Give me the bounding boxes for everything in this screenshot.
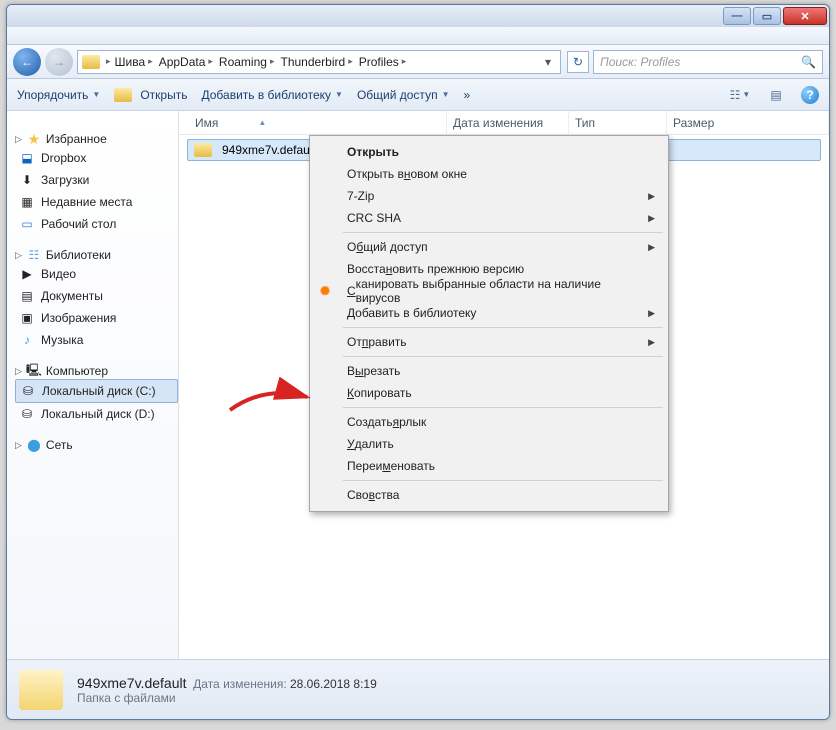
breadcrumb-dropdown[interactable]: ▾ (540, 55, 556, 69)
more-button[interactable]: » (463, 88, 470, 102)
sidebar-item-downloads[interactable]: ⬇Загрузки (15, 169, 178, 191)
network-icon: ⬤ (26, 437, 42, 453)
library-icon: ☷ (26, 247, 42, 263)
submenu-arrow-icon: ▶ (648, 242, 655, 253)
downloads-icon: ⬇ (19, 172, 35, 188)
menu-scan-virus[interactable]: ✺Сканировать выбранные области на наличи… (341, 280, 665, 302)
back-button[interactable]: ← (13, 48, 41, 76)
sidebar: ▷★Избранное ⬓Dropbox ⬇Загрузки ▦Недавние… (7, 111, 179, 675)
folder-icon (82, 55, 100, 69)
add-library-button[interactable]: Добавить в библиотеку▼ (201, 88, 342, 102)
status-date: 28.06.2018 8:19 (290, 677, 377, 691)
statusbar: 949xme7v.default Дата изменения: 28.06.2… (7, 659, 829, 719)
file-name: 949xme7v.default (222, 143, 316, 157)
breadcrumb-item[interactable]: Roaming▸ (217, 55, 277, 69)
video-icon: ▶ (19, 266, 35, 282)
menu-add-library[interactable]: Добавить в библиотеку▶ (341, 302, 665, 324)
status-date-label: Дата изменения: (193, 677, 287, 691)
menu-delete[interactable]: Удалить (341, 433, 665, 455)
breadcrumb[interactable]: ▸ Шива▸ AppData▸ Roaming▸ Thunderbird▸ P… (77, 50, 561, 74)
folder-large-icon (19, 670, 63, 710)
search-input[interactable]: Поиск: Profiles 🔍 (593, 50, 823, 74)
sidebar-item-video[interactable]: ▶Видео (15, 263, 178, 285)
status-title: 949xme7v.default (77, 675, 186, 691)
column-headers: Имя▲ Дата изменения Тип Размер (179, 111, 829, 135)
breadcrumb-item[interactable]: AppData▸ (157, 55, 215, 69)
column-size[interactable]: Размер (667, 111, 829, 134)
music-icon: ♪ (19, 332, 35, 348)
help-button[interactable]: ? (801, 86, 819, 104)
desktop-icon: ▭ (19, 216, 35, 232)
menu-share[interactable]: Общий доступ▶ (341, 236, 665, 258)
menu-copy[interactable]: Копировать (341, 382, 665, 404)
breadcrumb-item[interactable]: Шива▸ (113, 55, 155, 69)
sidebar-item-music[interactable]: ♪Музыка (15, 329, 178, 351)
explorer-window: — ▭ ✕ ← → ▸ Шива▸ AppData▸ Roaming▸ Thun… (6, 4, 830, 720)
titlebar: — ▭ ✕ (7, 5, 829, 27)
network-group[interactable]: ▷⬤Сеть (15, 437, 178, 453)
menu-send-to[interactable]: Отправить▶ (341, 331, 665, 353)
refresh-button[interactable]: ↻ (567, 51, 589, 73)
favorites-group[interactable]: ▷★Избранное (15, 131, 178, 147)
menu-create-shortcut[interactable]: Создать ярлык (341, 411, 665, 433)
dropbox-icon: ⬓ (19, 150, 35, 166)
menu-crc-sha[interactable]: CRC SHA▶ (341, 207, 665, 229)
context-menu: Открыть Открыть в новом окне 7-Zip▶ CRC … (309, 135, 669, 512)
recent-icon: ▦ (19, 194, 35, 210)
documents-icon: ▤ (19, 288, 35, 304)
sidebar-item-images[interactable]: ▣Изображения (15, 307, 178, 329)
share-button[interactable]: Общий доступ▼ (357, 88, 450, 102)
images-icon: ▣ (19, 310, 35, 326)
column-date[interactable]: Дата изменения (447, 111, 569, 134)
disk-icon: ⛁ (20, 383, 36, 399)
maximize-button[interactable]: ▭ (753, 7, 781, 25)
chevron-right-icon: ▸ (106, 56, 111, 67)
avast-icon: ✺ (317, 283, 333, 299)
sidebar-item-dropbox[interactable]: ⬓Dropbox (15, 147, 178, 169)
preview-pane-button[interactable]: ▤ (765, 85, 787, 105)
forward-button[interactable]: → (45, 48, 73, 76)
close-button[interactable]: ✕ (783, 7, 827, 25)
computer-icon: 🖳 (26, 363, 42, 379)
menu-properties[interactable]: Свовства (341, 484, 665, 506)
menu-open[interactable]: Открыть (341, 141, 665, 163)
submenu-arrow-icon: ▶ (648, 308, 655, 319)
sidebar-item-desktop[interactable]: ▭Рабочий стол (15, 213, 178, 235)
sidebar-item-documents[interactable]: ▤Документы (15, 285, 178, 307)
submenu-arrow-icon: ▶ (648, 191, 655, 202)
breadcrumb-item[interactable]: Profiles▸ (357, 55, 409, 69)
disk-icon: ⛁ (19, 406, 35, 422)
sort-asc-icon: ▲ (258, 118, 266, 127)
column-name[interactable]: Имя▲ (189, 111, 447, 134)
sidebar-item-disk-c[interactable]: ⛁Локальный диск (C:) (15, 379, 178, 403)
folder-icon (194, 143, 212, 157)
sidebar-item-disk-d[interactable]: ⛁Локальный диск (D:) (15, 403, 178, 425)
sidebar-item-recent[interactable]: ▦Недавние места (15, 191, 178, 213)
computer-group[interactable]: ▷🖳Компьютер (15, 363, 178, 379)
search-icon: 🔍 (801, 55, 816, 69)
menu-open-new-window[interactable]: Открыть в новом окне (341, 163, 665, 185)
submenu-arrow-icon: ▶ (648, 213, 655, 224)
libraries-group[interactable]: ▷☷Библиотеки (15, 247, 178, 263)
menu-rename[interactable]: Переименовать (341, 455, 665, 477)
toolbar: Упорядочить▼ Открыть Добавить в библиоте… (7, 79, 829, 111)
column-type[interactable]: Тип (569, 111, 667, 134)
minimize-button[interactable]: — (723, 7, 751, 25)
folder-open-icon (114, 88, 132, 102)
star-icon: ★ (26, 131, 42, 147)
navbar: ← → ▸ Шива▸ AppData▸ Roaming▸ Thunderbir… (7, 45, 829, 79)
organize-button[interactable]: Упорядочить▼ (17, 88, 100, 102)
breadcrumb-item[interactable]: Thunderbird▸ (278, 55, 354, 69)
open-button[interactable]: Открыть (114, 88, 187, 102)
top-small-bar (7, 27, 829, 45)
menu-cut[interactable]: Вырезать (341, 360, 665, 382)
submenu-arrow-icon: ▶ (648, 337, 655, 348)
status-subtitle: Папка с файлами (77, 691, 377, 705)
view-mode-button[interactable]: ☷▼ (729, 85, 751, 105)
search-placeholder: Поиск: Profiles (600, 55, 680, 69)
menu-7zip[interactable]: 7-Zip▶ (341, 185, 665, 207)
